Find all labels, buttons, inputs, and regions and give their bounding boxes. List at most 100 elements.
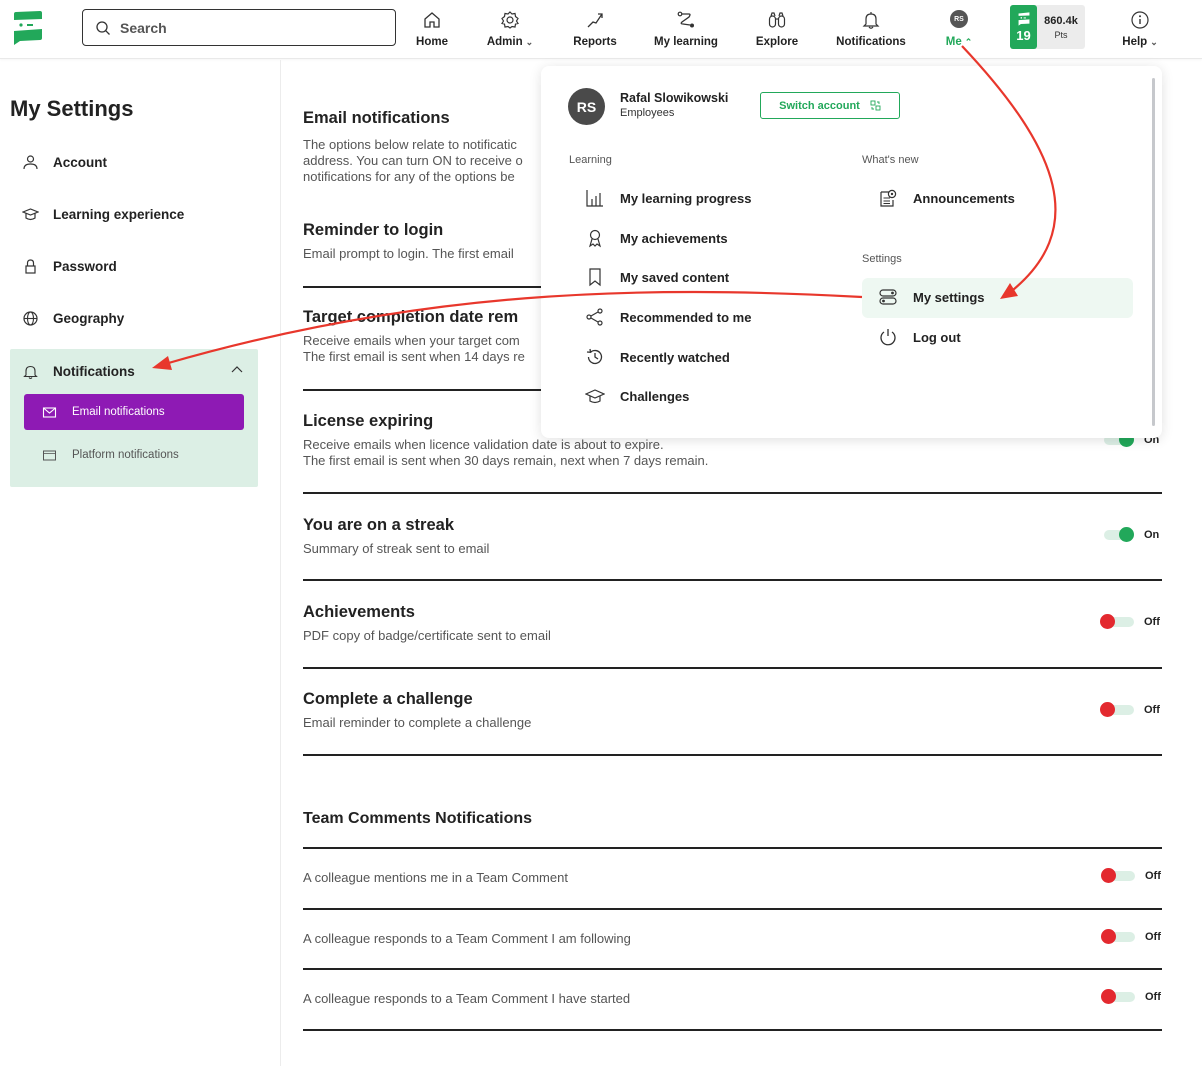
sidebar-item-label: Password xyxy=(53,258,117,274)
nav-admin[interactable]: Admin ⌄ xyxy=(480,0,540,58)
menu-item-my-settings[interactable]: My settings xyxy=(878,283,985,311)
menu-item-log-out[interactable]: Log out xyxy=(878,323,961,351)
globe-icon xyxy=(23,310,38,326)
home-icon xyxy=(424,12,440,28)
setting-achievements: Achievements PDF copy of badge/certifica… xyxy=(303,603,1162,644)
nav-home-label: Home xyxy=(416,36,448,48)
mail-icon xyxy=(42,406,57,418)
ribbon-icon xyxy=(588,229,602,248)
search-placeholder: Search xyxy=(120,19,167,36)
nav-help[interactable]: Help ⌄ xyxy=(1118,0,1162,58)
me-dropdown-menu: RS Rafal Slowikowski Employees Switch ac… xyxy=(541,66,1162,438)
setting-desc: Email prompt to login. The first email xyxy=(303,246,514,261)
setting-desc: Email reminder to complete a challenge xyxy=(303,715,532,730)
menu-item-saved-content[interactable]: My saved content xyxy=(585,263,729,291)
lock-icon xyxy=(25,258,36,274)
path-icon xyxy=(677,11,694,28)
nav-notifications[interactable]: Notifications xyxy=(832,0,910,58)
menu-item-label: My saved content xyxy=(620,269,730,285)
setting-desc: Receive emails when your target com xyxy=(303,333,520,348)
graduation-cap-icon xyxy=(585,389,605,404)
achievements-toggle[interactable]: Off xyxy=(1100,614,1162,629)
info-icon xyxy=(1131,11,1149,29)
complete-challenge-toggle[interactable]: Off xyxy=(1100,702,1162,717)
bell-icon xyxy=(23,365,38,379)
toggle-state: Off xyxy=(1145,931,1161,943)
sidebar-subitem-platform-notifications[interactable]: Platform notifications xyxy=(24,437,244,473)
sidebar-subitem-label: Platform notifications xyxy=(72,449,179,461)
switch-account-button[interactable]: Switch account xyxy=(760,92,900,119)
menu-item-label: My learning progress xyxy=(620,190,752,206)
divider xyxy=(303,1029,1162,1031)
share-icon xyxy=(586,308,603,326)
menu-item-challenges[interactable]: Challenges xyxy=(585,382,689,410)
level-badge: 19 xyxy=(1010,5,1037,49)
chevron-down-icon: ⌄ xyxy=(1150,37,1158,47)
app-logo[interactable] xyxy=(12,10,44,46)
menu-item-recommended[interactable]: Recommended to me xyxy=(585,303,751,331)
level-logo-icon xyxy=(1018,11,1029,26)
settings-heading: Settings xyxy=(862,253,902,265)
sidebar-item-label: Learning experience xyxy=(53,206,185,222)
intro-line: The options below relate to notificatic xyxy=(303,137,517,152)
nav-me[interactable]: RS Me ⌃ xyxy=(938,0,980,58)
nav-explore[interactable]: Explore xyxy=(752,0,802,58)
toggle-knob xyxy=(1100,702,1115,717)
nav-my-learning[interactable]: My learning xyxy=(650,0,722,58)
divider xyxy=(303,968,1162,970)
bell-icon xyxy=(862,12,880,29)
menu-item-label: My achievements xyxy=(620,230,728,246)
sidebar-item-label: Account xyxy=(53,154,107,170)
sidebar-item-account[interactable]: Account xyxy=(22,150,107,174)
setting-desc: Receive emails when licence validation d… xyxy=(303,437,664,452)
points-badge[interactable]: 19 860.4k Pts xyxy=(1010,5,1085,49)
intro-line: notifications for any of the options be xyxy=(303,169,515,184)
chevron-up-icon: ⌃ xyxy=(964,37,973,47)
menu-item-achievements[interactable]: My achievements xyxy=(585,224,728,252)
setting-desc: The first email is sent when 30 days rem… xyxy=(303,453,709,468)
top-navigation-bar: Search Home Admin ⌄ Reports My learning E… xyxy=(0,0,1202,59)
sidebar-item-label: Notifications xyxy=(53,363,135,379)
toggle-knob xyxy=(1101,929,1116,944)
toggle-state: Off xyxy=(1144,704,1160,716)
nav-reports[interactable]: Reports xyxy=(568,0,622,58)
intro-line: address. You can turn ON to receive o xyxy=(303,153,523,168)
chevron-down-icon: ⌄ xyxy=(525,37,534,47)
bar-chart-icon xyxy=(586,190,603,207)
nav-admin-label: Admin xyxy=(486,36,523,48)
dropdown-scrollbar[interactable] xyxy=(1152,78,1155,426)
sidebar-subitem-email-notifications[interactable]: Email notifications xyxy=(24,394,244,430)
sidebar-item-learning-experience[interactable]: Learning experience xyxy=(22,202,184,226)
team-mention-toggle[interactable]: Off xyxy=(1101,868,1163,883)
gear-icon xyxy=(501,11,519,29)
divider xyxy=(303,908,1162,910)
toggle-state: On xyxy=(1144,529,1160,541)
announcement-icon xyxy=(880,189,897,207)
team-following-toggle[interactable]: Off xyxy=(1101,929,1163,944)
divider xyxy=(303,847,1162,849)
chevron-up-icon[interactable] xyxy=(230,363,244,377)
search-input[interactable]: Search xyxy=(82,9,396,46)
avatar: RS xyxy=(568,88,605,125)
nav-home[interactable]: Home xyxy=(412,0,452,58)
menu-item-label: Log out xyxy=(913,329,961,345)
team-started-toggle[interactable]: Off xyxy=(1101,989,1163,1004)
menu-item-announcements[interactable]: Announcements xyxy=(878,184,1015,212)
settings-sidebar: My Settings Account Learning experience … xyxy=(0,60,281,1066)
switch-account-label: Switch account xyxy=(779,99,860,112)
menu-item-recently-watched[interactable]: Recently watched xyxy=(585,343,730,371)
sidebar-item-password[interactable]: Password xyxy=(22,254,117,278)
team-comments-heading: Team Comments Notifications xyxy=(303,810,533,827)
nav-my-learning-label: My learning xyxy=(654,36,718,48)
toggle-state: Off xyxy=(1145,991,1161,1003)
user-icon xyxy=(23,154,38,169)
team-setting-label: A colleague responds to a Team Comment I… xyxy=(303,991,631,1006)
streak-toggle[interactable]: On xyxy=(1104,527,1162,542)
setting-desc: PDF copy of badge/certificate sent to em… xyxy=(303,628,551,643)
sidebar-item-notifications[interactable]: Notifications xyxy=(22,359,248,383)
menu-item-label: Announcements xyxy=(913,190,1015,206)
setting-desc: The first email is sent when 14 days re xyxy=(303,349,525,364)
menu-item-learning-progress[interactable]: My learning progress xyxy=(585,184,751,212)
power-icon xyxy=(880,329,896,346)
sidebar-item-geography[interactable]: Geography xyxy=(22,306,124,330)
